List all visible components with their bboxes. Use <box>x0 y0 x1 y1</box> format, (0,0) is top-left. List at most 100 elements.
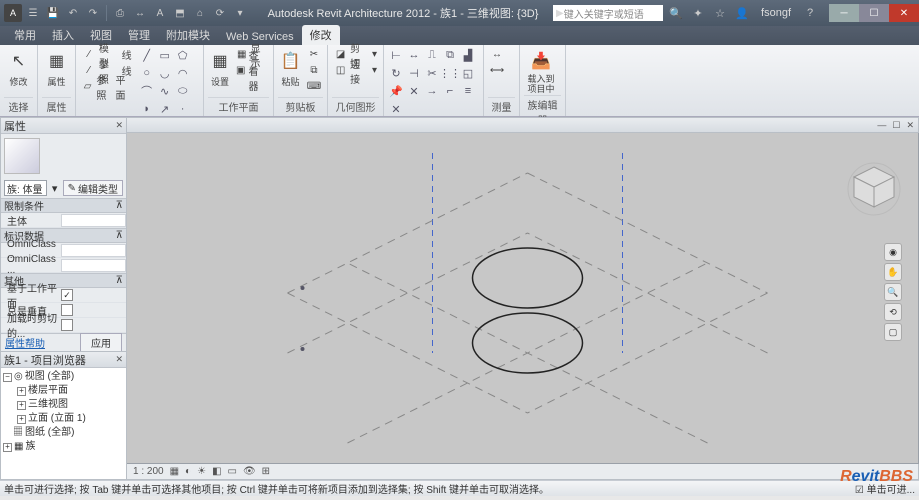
qat-more-icon[interactable]: ▾ <box>231 4 249 22</box>
favorite-icon[interactable]: ☆ <box>711 4 729 22</box>
copy-button[interactable]: ⧉ <box>305 63 323 78</box>
view-max-icon[interactable]: ☐ <box>892 120 900 131</box>
view-close-icon[interactable]: ✕ <box>906 120 914 131</box>
offset-icon[interactable]: ⎍ <box>424 47 440 63</box>
edit-type-button[interactable]: ✎编辑类型 <box>63 180 123 196</box>
visual-style-icon[interactable]: ◐ <box>185 466 191 477</box>
tree-3d[interactable]: +三维视图 <box>3 398 124 412</box>
tab-home[interactable]: 常用 <box>6 25 44 45</box>
tree-views[interactable]: −◎ 视图 (全部) <box>3 370 124 384</box>
search-icon[interactable]: 🔍 <box>667 4 685 22</box>
array-icon[interactable]: ⋮⋮ <box>442 65 458 81</box>
workplane-checkbox[interactable]: ✓ <box>61 289 73 301</box>
reveal-icon[interactable]: ⊞ <box>262 466 270 477</box>
qat-align-icon[interactable]: A <box>151 4 169 22</box>
nav-orbit-button[interactable]: ⟲ <box>884 303 902 321</box>
qat-open-icon[interactable]: ☰ <box>24 4 42 22</box>
window-minimize-button[interactable]: ─ <box>829 4 859 22</box>
dim-button[interactable]: ⟷ <box>488 63 506 78</box>
vertical-checkbox[interactable] <box>61 304 73 316</box>
load-project-button[interactable]: 📥载入到 项目中 <box>524 47 558 95</box>
extend-icon[interactable]: → <box>424 83 440 99</box>
geom-join-button[interactable]: ◫连接 ▾ <box>332 63 379 78</box>
communication-icon[interactable]: ✦ <box>689 4 707 22</box>
nav-wheel-button[interactable]: ◉ <box>884 243 902 261</box>
nav-zoom-button[interactable]: 🔍 <box>884 283 902 301</box>
split-icon[interactable]: ✂ <box>424 65 440 81</box>
cut-button[interactable]: ✂ <box>305 47 323 62</box>
properties-close-icon[interactable]: ✕ <box>115 120 123 131</box>
shadow-icon[interactable]: ◧ <box>212 466 221 477</box>
window-maximize-button[interactable]: ☐ <box>859 4 889 22</box>
split2-icon[interactable]: ≡ <box>460 83 476 99</box>
ref-plane-button[interactable]: ▱参照 平面 <box>80 79 134 94</box>
tab-modify[interactable]: 修改 <box>302 25 340 45</box>
draw-ellipse-icon[interactable]: ⬭ <box>175 83 191 99</box>
qat-measure-icon[interactable]: ↔ <box>131 4 149 22</box>
qat-save-icon[interactable]: 💾 <box>44 4 62 22</box>
trim-icon[interactable]: ⊣ <box>406 65 422 81</box>
tab-addins[interactable]: 附加模块 <box>158 25 218 45</box>
detail-icon[interactable]: ▦ <box>170 466 179 477</box>
view-min-icon[interactable]: — <box>877 120 886 130</box>
unpin-icon[interactable]: ✕ <box>406 83 422 99</box>
draw-arc2-icon[interactable]: ◠ <box>175 65 191 81</box>
move-icon[interactable]: ↔ <box>406 47 422 63</box>
nav-box-button[interactable]: ▢ <box>884 323 902 341</box>
delete-icon[interactable]: ✕ <box>388 101 404 117</box>
signin-icon[interactable]: 👤 <box>733 4 751 22</box>
viewer-button[interactable]: ▣查看器 <box>234 63 269 78</box>
scale-icon[interactable]: ◱ <box>460 65 476 81</box>
drawing-canvas[interactable]: ◉ ✋ 🔍 ⟲ ▢ <box>127 133 919 464</box>
tab-manage[interactable]: 管理 <box>120 25 158 45</box>
draw-rect-icon[interactable]: ▭ <box>157 47 173 63</box>
qat-3d-icon[interactable]: ⌂ <box>191 4 209 22</box>
type-dropdown-icon[interactable]: ▾ <box>49 182 61 195</box>
pin-icon[interactable]: 📌 <box>388 83 404 99</box>
nav-pan-button[interactable]: ✋ <box>884 263 902 281</box>
tree-sheets[interactable]: ▦ 图纸 (全部) <box>3 426 124 440</box>
browser-close-icon[interactable]: ✕ <box>115 354 123 365</box>
sun-icon[interactable]: ☀ <box>197 466 206 477</box>
copy2-icon[interactable]: ⧉ <box>442 47 458 63</box>
window-close-button[interactable]: ✕ <box>889 4 919 22</box>
match-button[interactable]: ⌨ <box>305 79 323 94</box>
qat-sync-icon[interactable]: ⟳ <box>211 4 229 22</box>
tab-insert[interactable]: 插入 <box>44 25 82 45</box>
draw-spline-icon[interactable]: ∿ <box>157 83 173 99</box>
draw-circle-icon[interactable]: ○ <box>139 65 155 81</box>
align-icon[interactable]: ⊢ <box>388 47 404 63</box>
set-plane-button[interactable]: ▦设置 <box>208 47 232 95</box>
qat-redo-icon[interactable]: ↷ <box>84 4 102 22</box>
hide-icon[interactable]: 👁 <box>243 466 256 477</box>
properties-help-link[interactable]: 属性帮助 <box>5 335 45 350</box>
modify-button[interactable]: ↖修改 <box>4 47 33 95</box>
qat-section-icon[interactable]: ⬒ <box>171 4 189 22</box>
crop-icon[interactable]: ▭ <box>228 466 237 477</box>
help-search-input[interactable]: ▶ 键入关键字或短语 <box>553 5 663 21</box>
draw-arc1-icon[interactable]: ◡ <box>157 65 173 81</box>
draw-half-icon[interactable]: ◗ <box>139 101 155 117</box>
view-cube[interactable] <box>846 161 902 217</box>
qat-undo-icon[interactable]: ↶ <box>64 4 82 22</box>
draw-poly-icon[interactable]: ⬠ <box>175 47 191 63</box>
cut-checkbox[interactable] <box>61 319 73 331</box>
help-icon[interactable]: ? <box>801 4 819 22</box>
paste-button[interactable]: 📋粘贴 <box>278 47 303 95</box>
draw-point-icon[interactable]: · <box>175 101 191 117</box>
section-constraints[interactable]: 限制条件⊼ <box>1 198 126 213</box>
tree-elevation[interactable]: +立面 (立面 1) <box>3 412 124 426</box>
corner-icon[interactable]: ⌐ <box>442 83 458 99</box>
app-menu-icon[interactable]: A <box>4 4 22 22</box>
tree-floorplan[interactable]: +楼层平面 <box>3 384 124 398</box>
properties-button[interactable]: ▦属性 <box>42 47 71 95</box>
qat-print-icon[interactable]: ⎙ <box>111 4 129 22</box>
apply-button[interactable]: 应用 <box>80 333 122 352</box>
type-select[interactable]: 族: 体量 <box>4 180 47 196</box>
mirror-icon[interactable]: ▟ <box>460 47 476 63</box>
user-label[interactable]: fsongf <box>755 7 797 19</box>
draw-pick-icon[interactable]: ↗ <box>157 101 173 117</box>
scale-control[interactable]: 1 : 200 <box>133 466 164 477</box>
rotate-icon[interactable]: ↻ <box>388 65 404 81</box>
draw-arc3-icon[interactable]: ⌒ <box>139 83 155 99</box>
